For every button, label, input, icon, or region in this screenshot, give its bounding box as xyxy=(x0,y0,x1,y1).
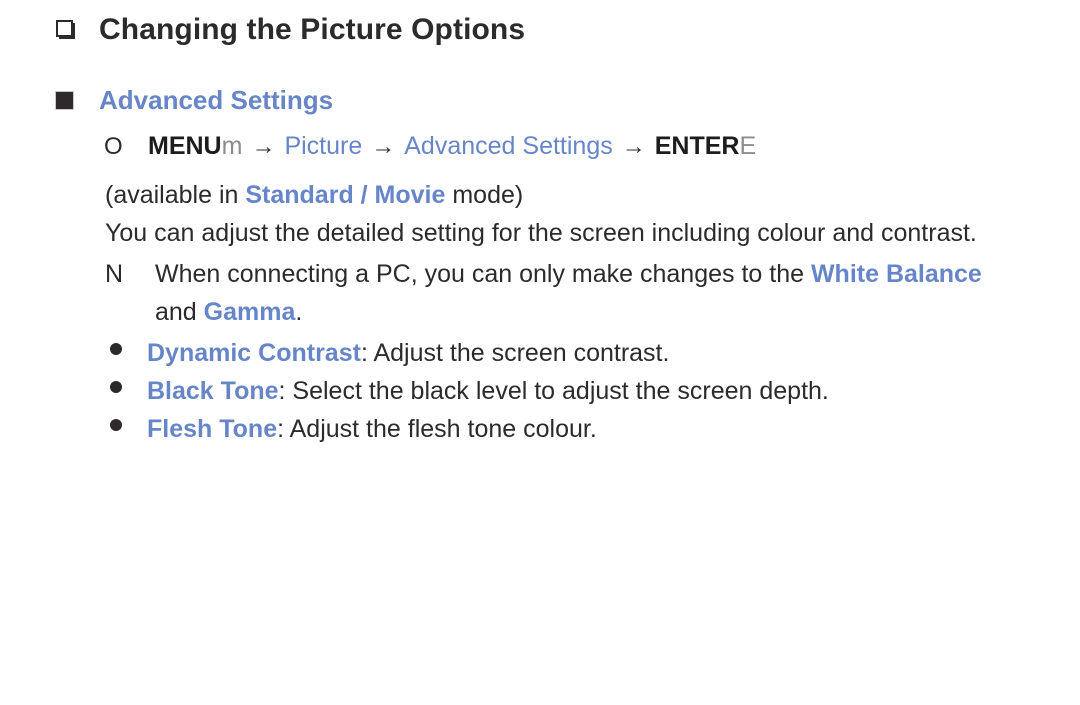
options-list: Dynamic Contrast: Adjust the screen cont… xyxy=(110,338,829,452)
note-line2-after: . xyxy=(295,298,303,326)
hollow-square-bullet-icon xyxy=(56,20,75,39)
availability-modes: Standard / Movie xyxy=(245,181,446,209)
arrow-icon-2: → xyxy=(371,133,396,160)
option-description: : Adjust the flesh tone colour. xyxy=(277,415,597,443)
round-dot-bullet-icon xyxy=(110,343,122,355)
page-title-row: Changing the Picture Options xyxy=(56,11,525,49)
option-label: Black Tone xyxy=(147,377,279,405)
menu-step-picture: Picture xyxy=(284,132,363,160)
list-item: Black Tone: Select the black level to ad… xyxy=(110,376,829,414)
page-title: Changing the Picture Options xyxy=(99,13,526,46)
availability-prefix: (available in xyxy=(105,181,246,209)
option-description: : Select the black level to adjust the s… xyxy=(278,377,829,405)
note-highlight-white-balance: White Balance xyxy=(810,260,982,288)
section-description: You can adjust the detailed setting for … xyxy=(105,219,977,247)
circle-marker-icon: O xyxy=(104,133,123,160)
section-heading-row: Advanced Settings xyxy=(56,84,333,117)
option-label: Flesh Tone xyxy=(147,415,278,443)
menu-key-menu-light: m xyxy=(221,132,243,160)
menu-key-enter-bold: ENTER xyxy=(654,132,740,160)
menu-key-enter-light: E xyxy=(739,132,757,160)
document-page: Changing the Picture Options Advanced Se… xyxy=(0,0,1080,705)
round-dot-bullet-icon xyxy=(110,419,122,431)
arrow-icon-3: → xyxy=(621,133,646,160)
menu-step-advanced-settings: Advanced Settings xyxy=(404,132,613,160)
note-text-before: When connecting a PC, you can only make … xyxy=(155,260,811,288)
note-row: N When connecting a PC, you can only make… xyxy=(105,259,1025,290)
round-dot-bullet-icon xyxy=(110,381,122,393)
availability-line: (available in Standard / Movie mode) xyxy=(105,180,523,211)
arrow-icon-1: → xyxy=(251,133,276,160)
list-item: Dynamic Contrast: Adjust the screen cont… xyxy=(110,338,829,376)
note-marker-icon: N xyxy=(105,260,124,288)
note-text: When connecting a PC, you can only make … xyxy=(155,259,1015,290)
menu-key-menu-bold: MENU xyxy=(148,132,222,160)
option-description: : Adjust the screen contrast. xyxy=(360,339,670,367)
availability-suffix: mode) xyxy=(445,181,524,209)
note-line2-before: and xyxy=(155,298,204,326)
menu-path: O MENU m → Picture → Advanced Settings → … xyxy=(104,131,756,162)
filled-square-bullet-icon xyxy=(56,92,73,109)
section-heading: Advanced Settings xyxy=(99,85,334,115)
option-label: Dynamic Contrast xyxy=(147,339,361,367)
note-continuation: and Gamma. xyxy=(155,297,302,328)
note-highlight-gamma: Gamma xyxy=(203,298,296,326)
list-item: Flesh Tone: Adjust the flesh tone colour… xyxy=(110,414,829,452)
